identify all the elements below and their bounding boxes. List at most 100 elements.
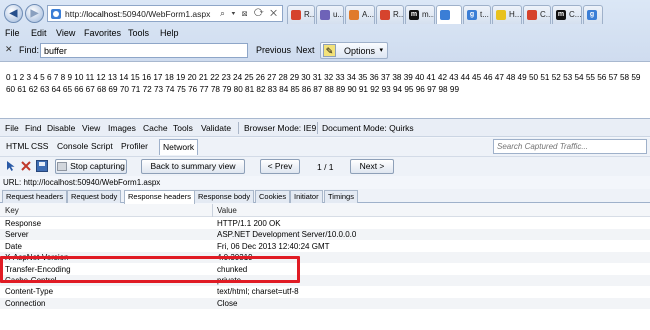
url-path: :50940/WebForm1.aspx bbox=[119, 9, 211, 19]
tab-profiler[interactable]: Profiler bbox=[121, 141, 148, 151]
find-previous-button[interactable]: Previous bbox=[256, 45, 291, 55]
detail-tab-strip: Request headers Request body Response head… bbox=[0, 189, 650, 204]
devtools-tab-strip: HTMLCSS ConsoleScript Profiler Network bbox=[0, 138, 650, 156]
browser-tab[interactable]: g bbox=[583, 5, 603, 24]
prev-button[interactable]: < Prev bbox=[260, 159, 300, 174]
header-key: Connection bbox=[5, 298, 46, 308]
tab-favicon-icon: m bbox=[556, 10, 566, 20]
header-value: HTTP/1.1 200 OK bbox=[217, 219, 281, 228]
search-captured-traffic-input[interactable] bbox=[493, 139, 647, 154]
header-value: Fri, 06 Dec 2013 12:40:24 GMT bbox=[217, 241, 330, 251]
tab-label: R... bbox=[304, 10, 315, 19]
subtab-response-body[interactable]: Response body bbox=[194, 190, 255, 203]
tab-favicon-icon: m bbox=[409, 10, 419, 20]
subtab-cookies[interactable]: Cookies bbox=[255, 190, 291, 203]
next-button[interactable]: Next > bbox=[350, 159, 394, 174]
browser-menu-bar: File Edit View Favorites Tools Help bbox=[0, 26, 650, 40]
browser-tab[interactable] bbox=[436, 5, 462, 24]
header-key: Server bbox=[5, 230, 29, 240]
devtools-menu-tools[interactable]: Tools bbox=[173, 123, 193, 133]
stop-capturing-button[interactable]: Stop capturing bbox=[55, 159, 127, 174]
tab-label: t... bbox=[480, 10, 489, 19]
value-column-header[interactable]: Value bbox=[217, 206, 237, 215]
browser-tab[interactable]: R... bbox=[287, 5, 315, 24]
subtab-response-headers[interactable]: Response headers bbox=[124, 190, 195, 204]
back-to-summary-button[interactable]: Back to summary view bbox=[141, 159, 245, 174]
browser-tab[interactable]: m C... bbox=[552, 5, 582, 24]
tab-favicon-icon bbox=[496, 10, 506, 20]
table-row[interactable]: Server ASP.NET Development Server/10.0.0.… bbox=[0, 229, 650, 241]
address-url[interactable]: http://localhost:50940/WebForm1.aspx bbox=[65, 9, 210, 19]
browser-tab[interactable]: g t... bbox=[463, 5, 491, 24]
menu-item-view[interactable]: View bbox=[56, 28, 75, 38]
devtools-menu-bar: Browser Mode: IE9 Document Mode: Quirks … bbox=[0, 119, 650, 137]
url-prefix: http:// bbox=[65, 9, 87, 19]
browser-tab[interactable]: R... bbox=[376, 5, 404, 24]
back-arrow-icon[interactable]: ◀ bbox=[4, 4, 23, 23]
header-key: Response bbox=[5, 219, 42, 228]
address-actions-icon[interactable]: ⌕ ▾ ⊠ ⟳ ✕ bbox=[220, 8, 279, 19]
find-label: Find: bbox=[19, 45, 40, 55]
close-find-icon[interactable]: ✕ bbox=[5, 44, 13, 55]
tab-script[interactable]: Script bbox=[91, 141, 113, 151]
menu-item-file[interactable]: File bbox=[5, 28, 20, 38]
tab-favicon-icon: g bbox=[467, 10, 477, 20]
tab-label: m... bbox=[422, 10, 435, 19]
tab-favicon-icon bbox=[440, 10, 450, 20]
browser-tab[interactable]: C... bbox=[523, 5, 551, 24]
table-row[interactable]: Response HTTP/1.1 200 OK bbox=[0, 218, 650, 229]
devtools-menu-file[interactable]: File bbox=[5, 123, 19, 133]
find-input[interactable] bbox=[40, 43, 248, 58]
tab-network[interactable]: Network bbox=[159, 139, 199, 155]
column-divider[interactable] bbox=[212, 204, 213, 217]
numbers-output: 0 1 2 3 4 5 6 7 8 9 10 11 12 13 14 15 16… bbox=[6, 73, 641, 94]
subtab-initiator[interactable]: Initiator bbox=[290, 190, 323, 203]
key-column-header[interactable]: Key bbox=[5, 206, 19, 215]
tab-favicon-icon bbox=[320, 10, 330, 20]
table-row[interactable]: Connection Close bbox=[0, 297, 650, 309]
devtools-menu-find[interactable]: Find bbox=[25, 123, 42, 133]
browser-tab[interactable]: m m... bbox=[405, 5, 435, 24]
menu-item-favorites[interactable]: Favorites bbox=[84, 28, 121, 38]
document-mode-menu[interactable]: Document Mode: Quirks bbox=[322, 123, 414, 133]
options-label: Options bbox=[344, 46, 376, 56]
pager-text: 1 / 1 bbox=[317, 162, 334, 172]
devtools-menu-images[interactable]: Images bbox=[108, 123, 136, 133]
developer-tools-pane: Browser Mode: IE9 Document Mode: Quirks … bbox=[0, 118, 650, 330]
devtools-menu-view[interactable]: View bbox=[82, 123, 100, 133]
browser-tab[interactable]: u... bbox=[316, 5, 344, 24]
header-value: text/html; charset=utf-8 bbox=[217, 287, 299, 297]
header-key: Date bbox=[5, 241, 22, 251]
menu-item-help[interactable]: Help bbox=[160, 28, 179, 38]
menu-item-edit[interactable]: Edit bbox=[31, 28, 47, 38]
find-next-button[interactable]: Next bbox=[296, 45, 315, 55]
subtab-request-body[interactable]: Request body bbox=[67, 190, 122, 203]
subtab-timings[interactable]: Timings bbox=[324, 190, 358, 203]
menu-item-tools[interactable]: Tools bbox=[128, 28, 149, 38]
select-element-icon[interactable] bbox=[5, 160, 17, 172]
tab-html[interactable]: HTML bbox=[6, 141, 29, 151]
find-bar: ✕ Find: Previous Next ✎ Options ▾ bbox=[0, 41, 650, 61]
tab-css[interactable]: CSS bbox=[31, 141, 48, 151]
save-icon[interactable] bbox=[36, 160, 48, 172]
clear-icon[interactable] bbox=[20, 160, 32, 172]
tab-label: C... bbox=[569, 10, 582, 19]
browser-mode-menu[interactable]: Browser Mode: IE9 bbox=[244, 123, 316, 133]
table-row[interactable]: Date Fri, 06 Dec 2013 12:40:24 GMT bbox=[0, 241, 650, 252]
table-row[interactable]: Content-Type text/html; charset=utf-8 bbox=[0, 286, 650, 297]
tab-console[interactable]: Console bbox=[57, 141, 88, 151]
browser-tab[interactable]: A... bbox=[345, 5, 375, 24]
devtools-menu-disable[interactable]: Disable bbox=[47, 123, 75, 133]
subtab-request-headers[interactable]: Request headers bbox=[2, 190, 68, 203]
tab-favicon-icon bbox=[380, 10, 390, 20]
find-options-button[interactable]: ✎ Options ▾ bbox=[320, 42, 388, 59]
tab-favicon-icon bbox=[291, 10, 301, 20]
tab-label: R... bbox=[393, 10, 404, 19]
devtools-menu-cache[interactable]: Cache bbox=[143, 123, 168, 133]
highlight-annotation-box bbox=[0, 256, 300, 283]
header-value: Close bbox=[217, 298, 238, 308]
browser-tab[interactable]: H... bbox=[492, 5, 522, 24]
forward-arrow-icon[interactable]: ▶ bbox=[25, 4, 44, 23]
devtools-menu-validate[interactable]: Validate bbox=[201, 123, 231, 133]
address-bar[interactable]: http://localhost:50940/WebForm1.aspx ⌕ ▾… bbox=[47, 5, 283, 22]
